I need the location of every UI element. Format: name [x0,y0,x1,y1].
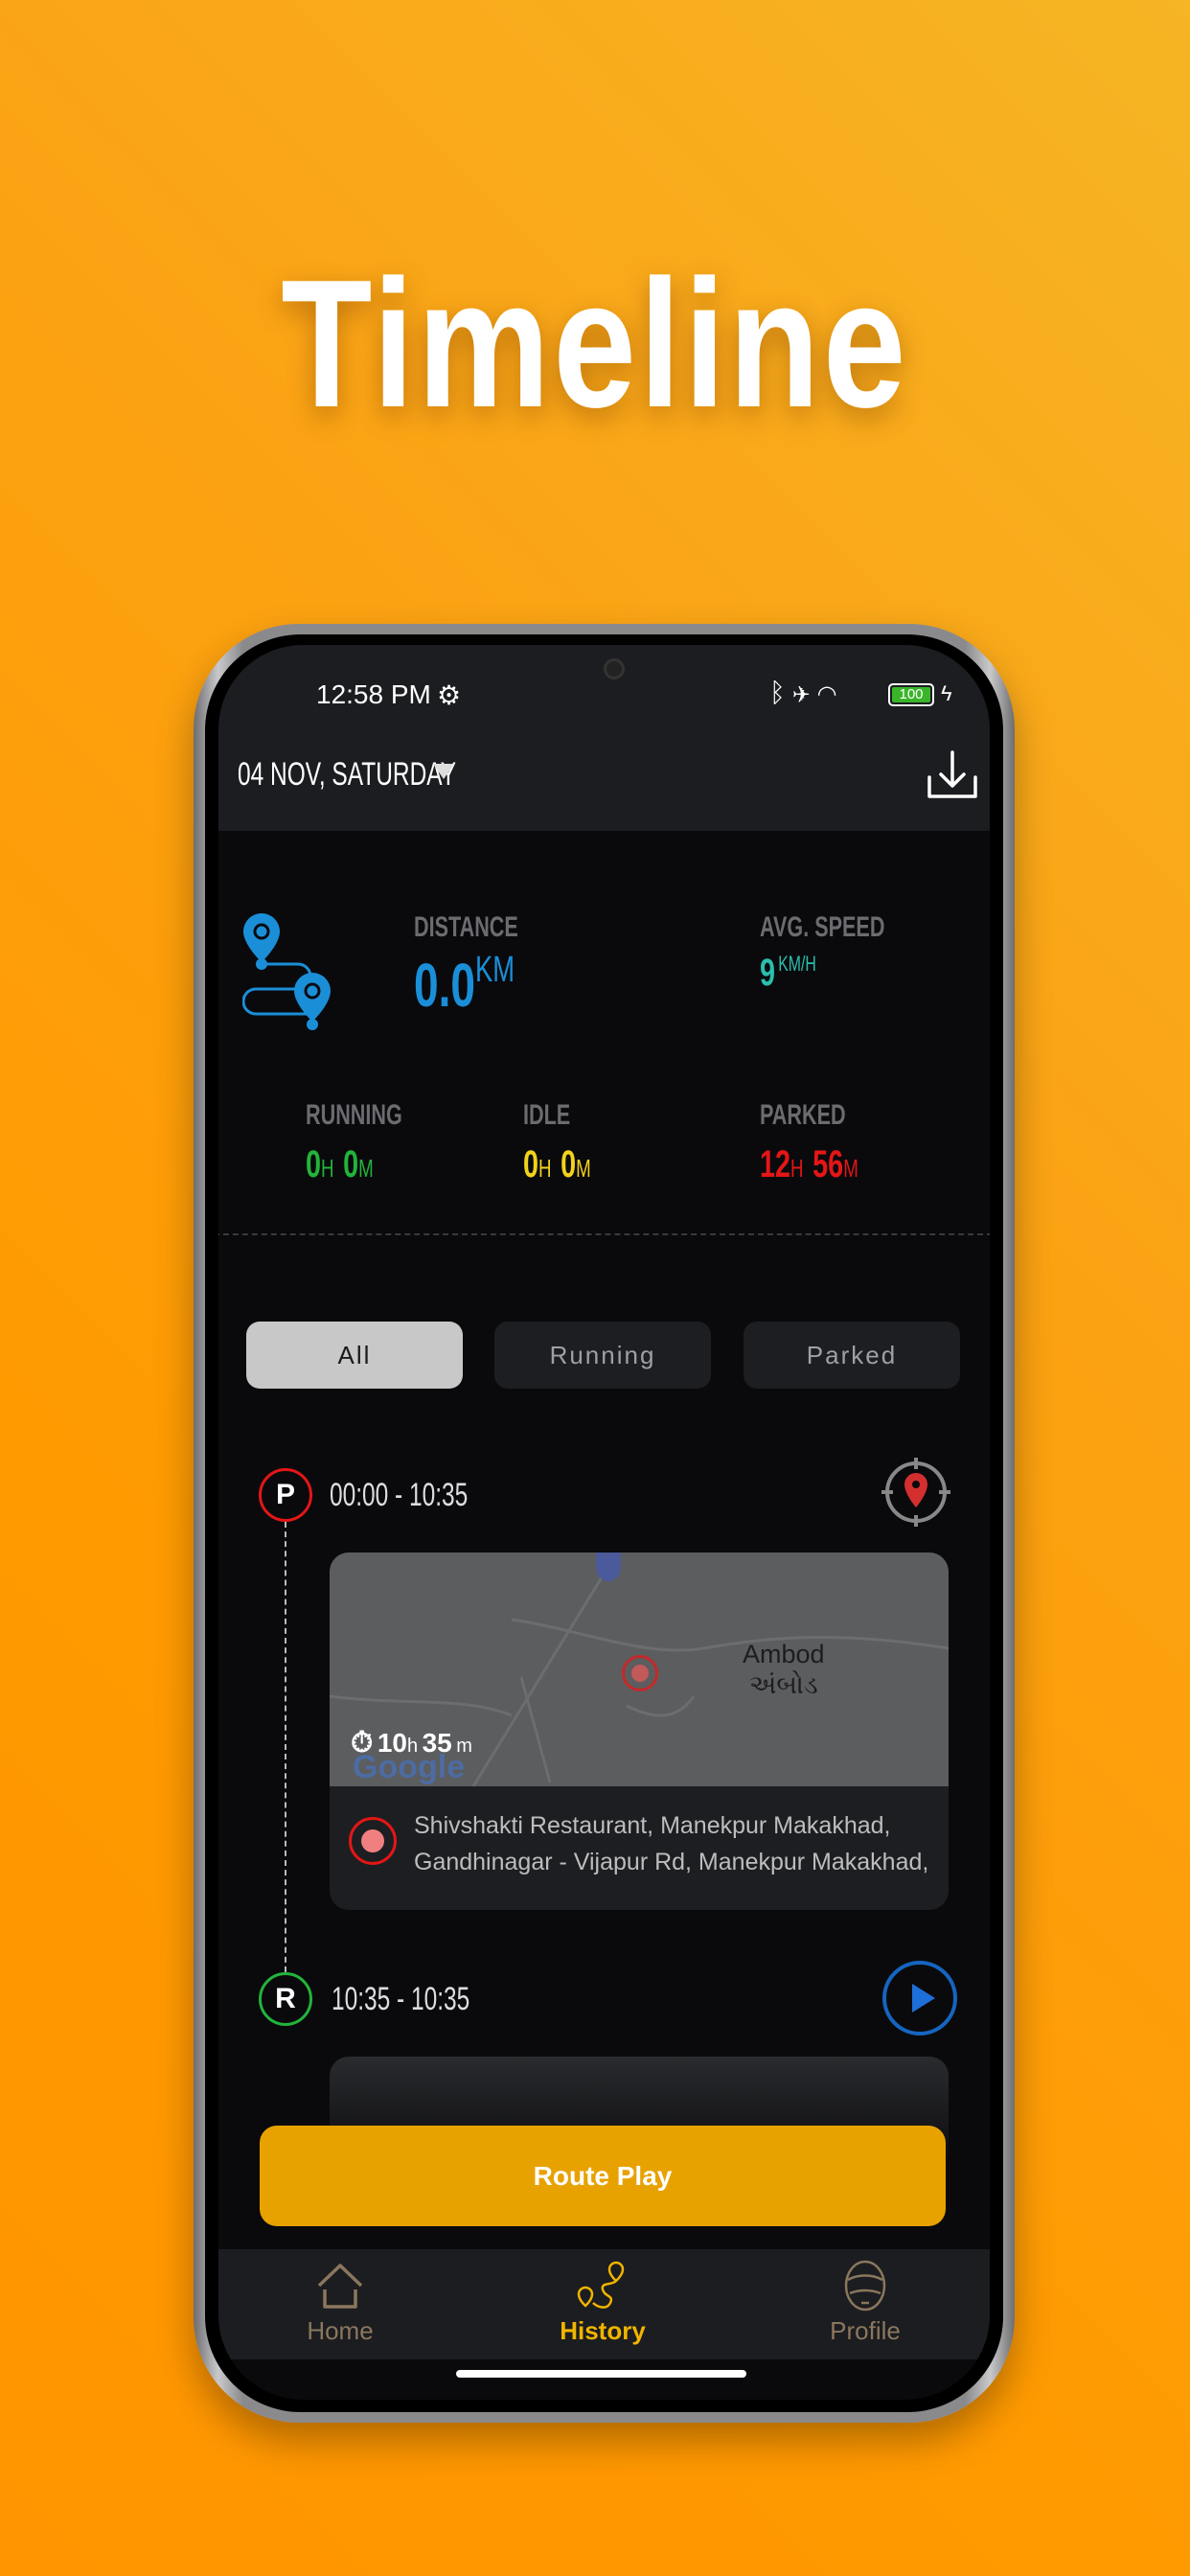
tab-parked[interactable]: Parked [744,1322,960,1389]
wifi-icon: ◠ [816,681,845,707]
idle-label: IDLE [523,1099,571,1131]
route-icon [242,913,331,1030]
helmet-icon [844,2260,886,2312]
status-time: 12:58 PM [316,679,431,709]
timeline-line [285,1522,286,1982]
battery-level: 100 [892,687,930,702]
battery-icon: 100 [888,683,934,706]
distance-value: 0.0 [414,951,476,1020]
segment-time: 10:35 - 10:35 [332,1981,470,2017]
segment-card[interactable]: Ambod અંબોડ Google ⏱ 10h 35 m Shivshakti … [330,1552,949,1910]
address-pin-icon [349,1817,397,1865]
distance-unit: KM [475,950,515,990]
nav-profile[interactable]: Profile [769,2249,961,2359]
parked-badge: P [259,1468,312,1522]
download-icon[interactable] [926,748,979,802]
dropdown-triangle-icon[interactable] [433,764,454,779]
route-history-icon [577,2261,625,2309]
map-preview[interactable]: Ambod અંબોડ Google ⏱ 10h 35 m [330,1552,949,1786]
tab-all[interactable]: All [246,1322,463,1389]
map-place-label: Ambod અંબોડ [743,1640,825,1699]
duration-overlay: ⏱ 10h 35 m [351,1727,472,1759]
running-badge: R [259,1972,312,2026]
parked-label: PARKED [760,1099,846,1131]
running-label: RUNNING [306,1099,402,1131]
running-duration: 0H 0M [306,1143,374,1185]
stopwatch-icon: ⏱ [351,1727,374,1759]
bluetooth-icon: ᛒ [769,678,793,707]
play-segment-button[interactable] [882,1961,957,2036]
fuel-station-icon [596,1552,621,1581]
play-icon [912,1984,935,2012]
idle-duration: 0H 0M [523,1143,591,1185]
avg-speed-unit: KM/H [778,952,816,976]
nav-home[interactable]: Home [244,2249,436,2359]
segment-address: Shivshakti Restaurant, Manekpur Makakhad… [414,1812,929,1875]
distance-label: DISTANCE [414,911,518,943]
divider [218,1233,990,1235]
airplane-icon: ✈ [792,678,817,707]
home-indicator[interactable] [456,2370,746,2378]
settings-status-icon: ⚙ [437,680,462,710]
promo-title: Timeline [281,242,909,446]
date-label: 04 NOV, SATURDAY [238,756,457,793]
parked-duration: 12H 56M [760,1143,858,1185]
nav-history[interactable]: History [507,2249,698,2359]
charging-icon: ϟ [941,681,952,705]
locate-on-map-icon[interactable] [880,1456,952,1529]
home-icon [317,2264,363,2309]
location-marker-icon [622,1655,658,1691]
tab-running[interactable]: Running [494,1322,711,1389]
avg-speed-value: 9 [760,952,776,994]
segment-time: 00:00 - 10:35 [330,1477,469,1513]
date-selector[interactable]: 04 NOV, SATURDAY [238,756,541,794]
status-icons: ᛒ✈◠ [769,678,845,708]
route-play-button[interactable]: Route Play [260,2126,946,2226]
avg-speed-label: AVG. SPEED [760,911,885,943]
app-screen: 12:58 PM ⚙ ᛒ✈◠ 100 ϟ 04 NOV, SATURDAY DI… [218,645,990,2400]
camera-cutout [604,658,625,679]
bottom-nav: Home History Profile [218,2249,990,2359]
